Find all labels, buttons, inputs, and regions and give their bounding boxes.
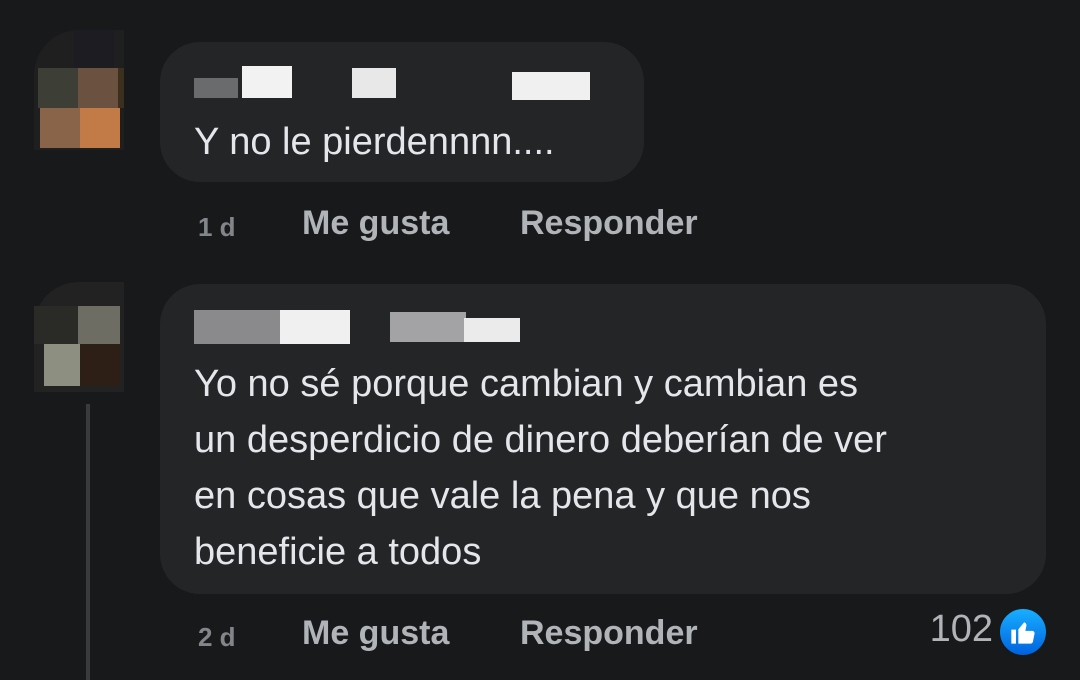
comment-text: Y no le pierdennnn.... [194, 121, 555, 163]
comment-actions: Me gusta Responder [0, 614, 900, 658]
author-name-redacted[interactable] [194, 306, 520, 344]
comment-thread: Y no le pierdennnn.... 1 d Me gusta Resp… [0, 0, 1080, 680]
comment-text: Yo no sé porque cambian y cambian es un … [194, 363, 887, 573]
reply-button[interactable]: Responder [520, 204, 698, 243]
like-button[interactable]: Me gusta [302, 204, 449, 243]
avatar[interactable] [34, 282, 124, 402]
thumbs-up-icon [997, 606, 1049, 658]
like-button[interactable]: Me gusta [302, 614, 449, 653]
reply-button[interactable]: Responder [520, 614, 698, 653]
comment-bubble: Yo no sé porque cambian y cambian es un … [160, 284, 1046, 594]
reaction-count: 102 [929, 608, 993, 650]
author-name-redacted[interactable] [194, 64, 590, 100]
reaction-summary[interactable]: 102 [925, 606, 1049, 658]
comment-bubble: Y no le pierdennnn.... [160, 42, 644, 182]
avatar[interactable] [34, 30, 124, 150]
comment-actions: Me gusta Responder [0, 204, 1080, 248]
